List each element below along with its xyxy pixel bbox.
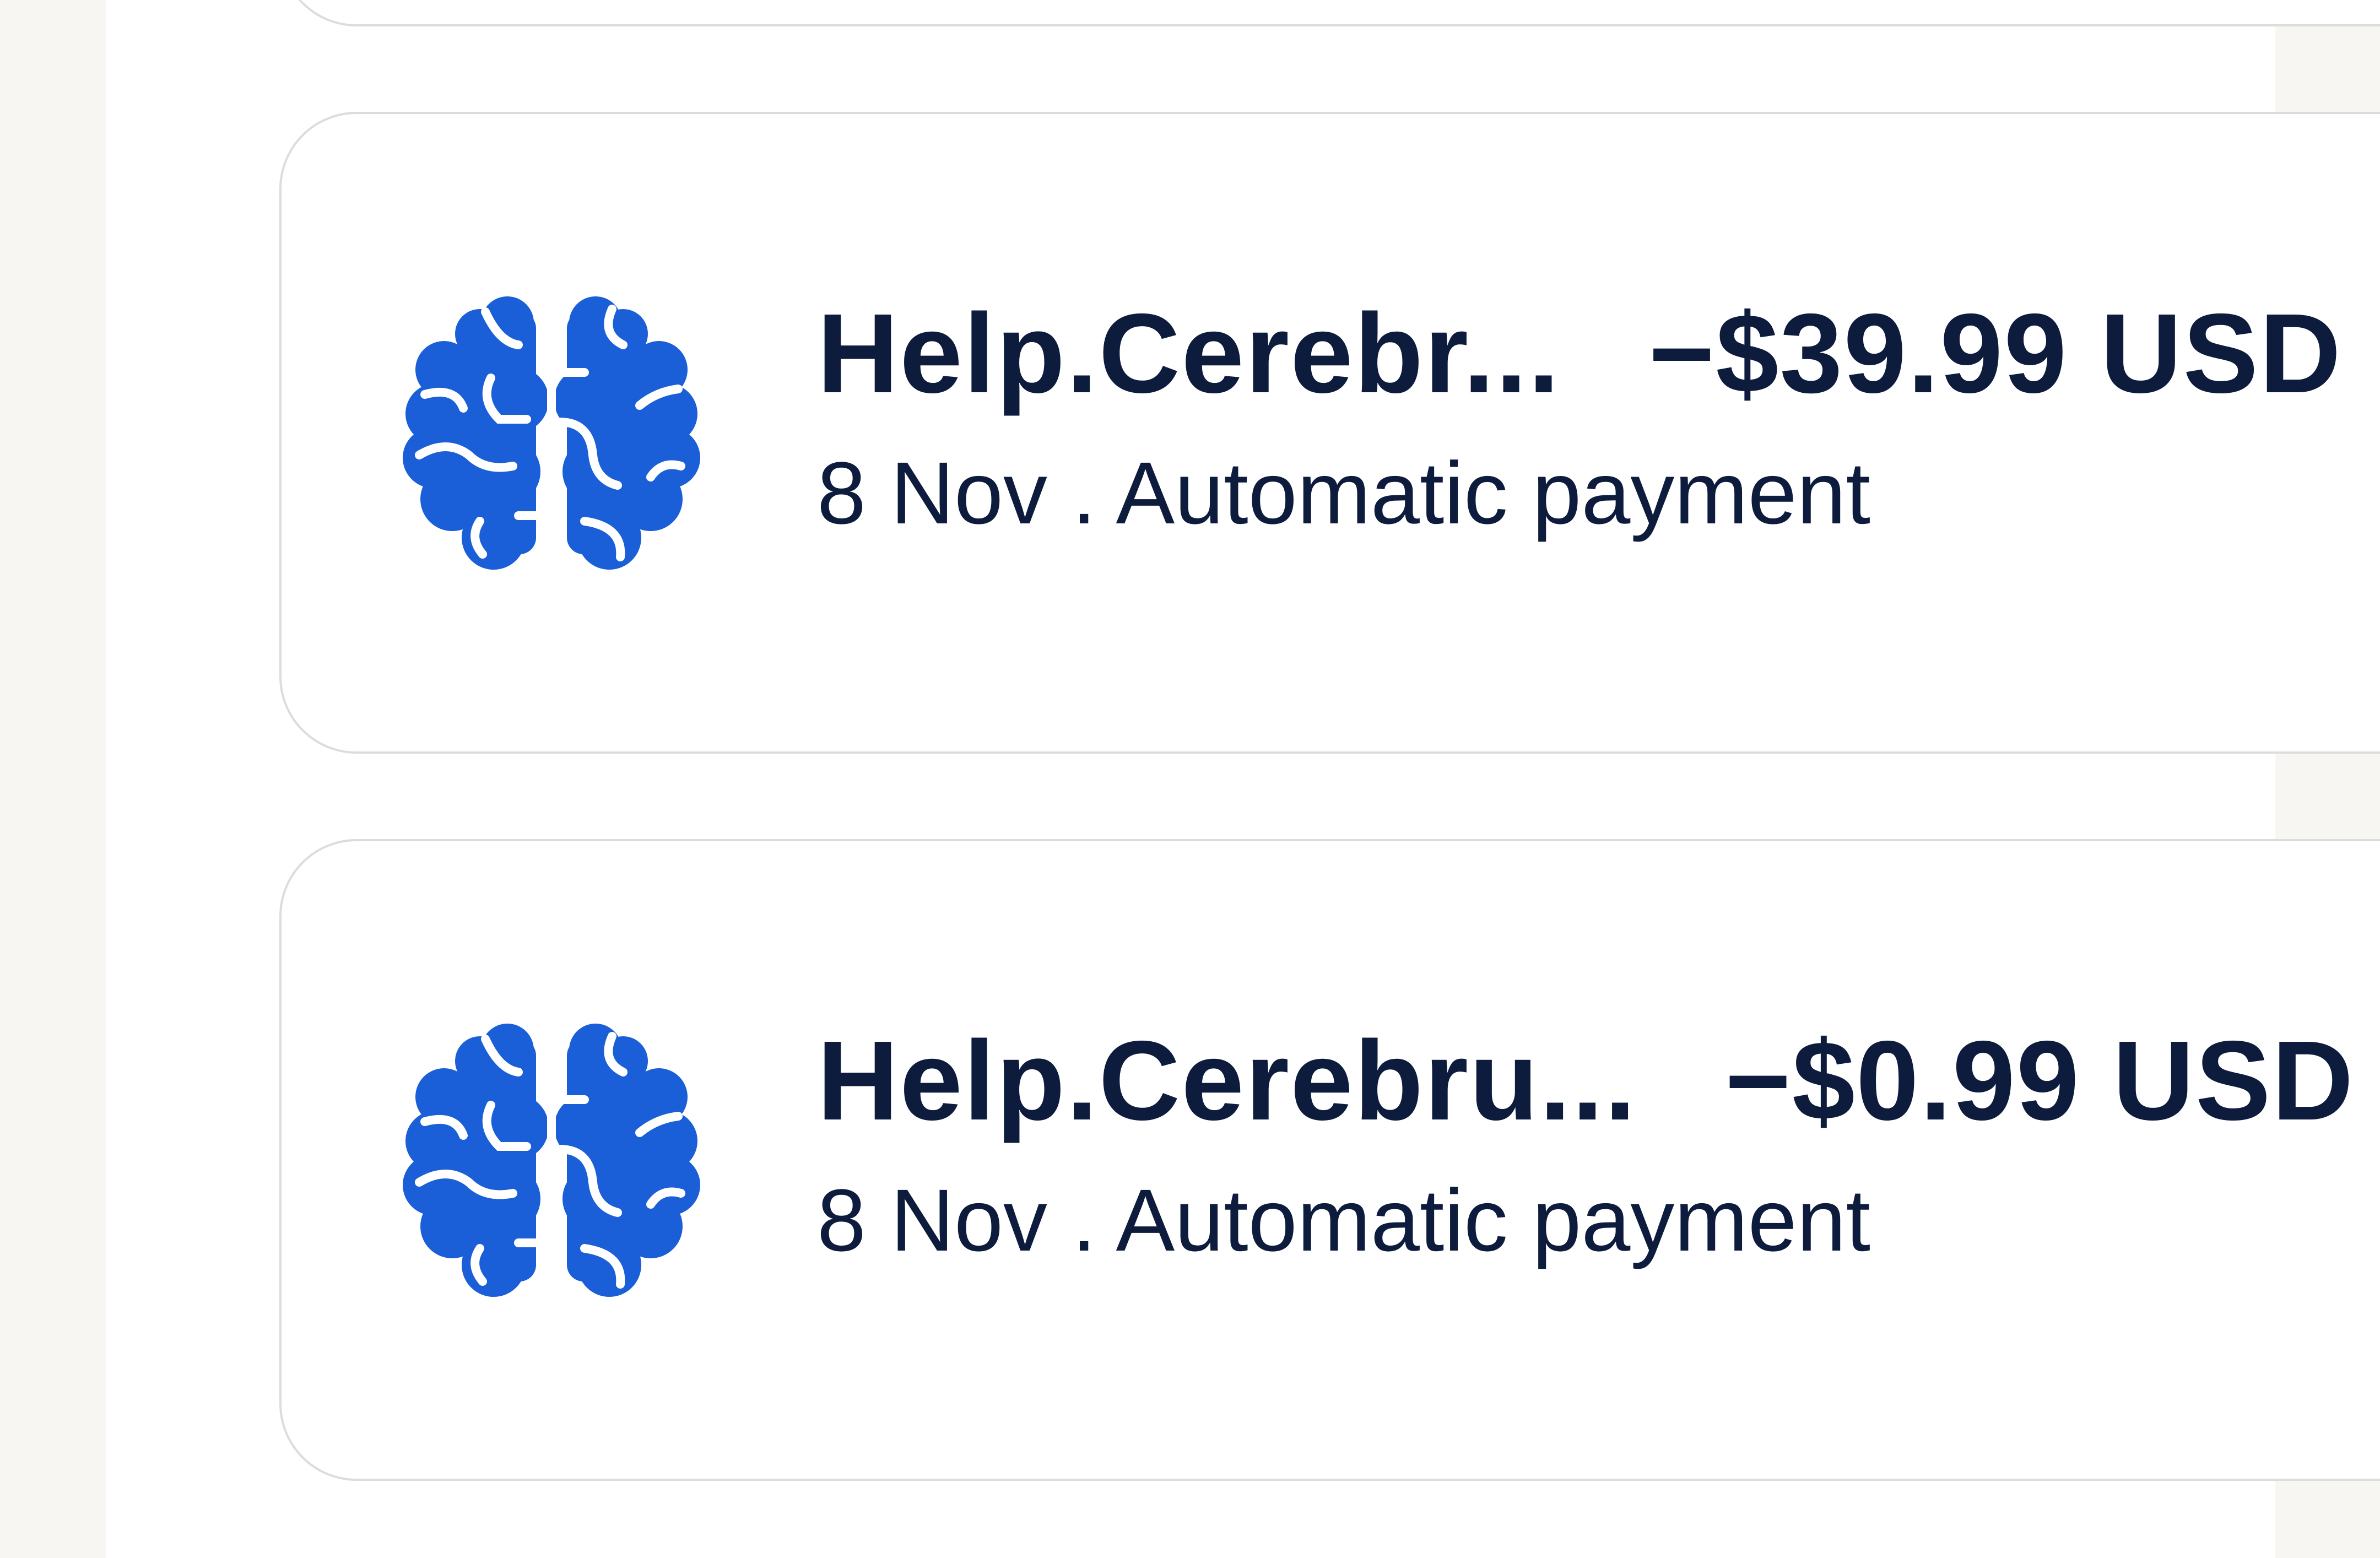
transaction-date: 8 Nov [817,443,1047,542]
transaction-details: Help.Cerebr... −$39.99 USD 8 Nov . Autom… [817,290,2380,543]
transactions-panel: Help.Cerebr... −$39.99 USD 8 Nov . Autom… [106,0,2380,1558]
transaction-title-line: Help.Cerebr... −$39.99 USD [817,290,2380,417]
app-screen: Help.Cerebr... −$39.99 USD 8 Nov . Autom… [0,0,2380,1558]
brain-icon [403,1017,700,1303]
transaction-card[interactable]: Help.Cerebru... −$0.99 USD 8 Nov . Autom… [279,839,2380,1481]
transaction-meta: 8 Nov . Automatic payment [817,443,2380,543]
transaction-title-line: Help.Cerebru... −$0.99 USD [817,1018,2380,1144]
transaction-date: 8 Nov [817,1171,1047,1269]
transaction-type: Automatic payment [1116,1171,1871,1269]
transaction-card[interactable]: Help.Cerebr... −$39.99 USD 8 Nov . Autom… [279,112,2380,754]
meta-separator: . [1072,443,1116,542]
merchant-name: Help.Cerebr... [817,290,1561,416]
brain-icon [403,290,700,576]
transaction-type: Automatic payment [1116,443,1871,542]
merchant-name: Help.Cerebru... [817,1018,1637,1144]
transaction-meta: 8 Nov . Automatic payment [817,1171,2380,1270]
transaction-amount: −$39.99 USD [1648,290,2343,416]
transaction-card-partial[interactable] [279,0,2380,26]
transaction-details: Help.Cerebru... −$0.99 USD 8 Nov . Autom… [817,1018,2380,1270]
meta-separator: . [1072,1171,1116,1269]
transaction-amount: −$0.99 USD [1725,1018,2355,1144]
